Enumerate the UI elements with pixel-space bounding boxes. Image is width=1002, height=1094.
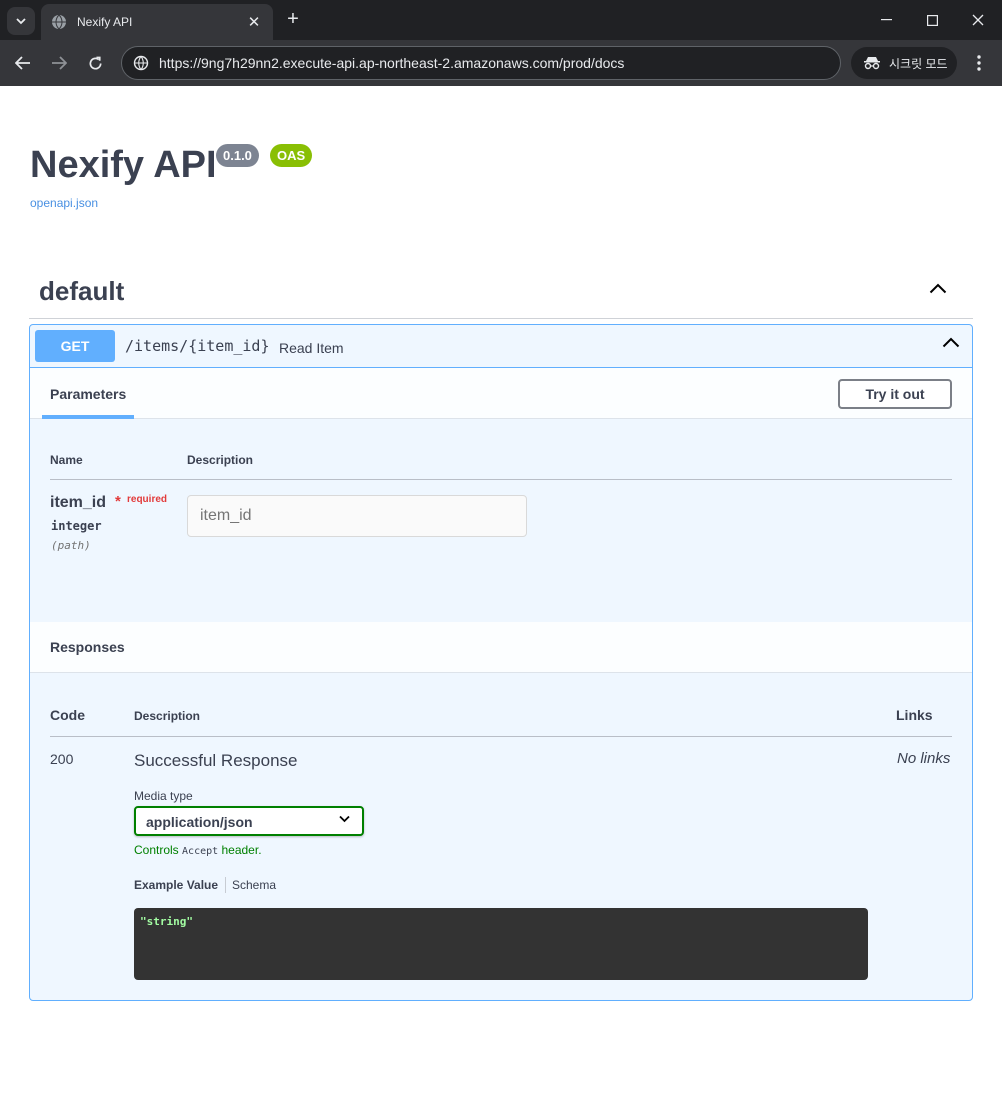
new-tab-button[interactable]: + [282,8,304,32]
param-header-divider [50,479,952,480]
browser-tab[interactable]: Nexify API ✕ [41,4,273,40]
response-code-header: Code [50,707,85,723]
response-description: Successful Response [134,751,298,770]
controls-prefix: Controls [134,843,183,857]
close-window-button[interactable] [955,0,1001,40]
swagger-page: Nexify API 0.1.0 OAS 3.1 openapi.json de… [0,86,1002,1094]
arrow-left-icon [15,56,30,70]
tab-example-value[interactable]: Example Value [134,878,218,892]
operation-summary-text: Read Item [279,340,344,356]
http-method-badge: GET [35,330,115,362]
operation-summary[interactable]: GET /items/{item_id} Read Item [30,325,972,368]
responses-title: Responses [50,639,125,655]
param-name: item_id [50,494,107,511]
minimize-button[interactable] [863,0,909,40]
response-links: No links [897,750,951,767]
forward-button[interactable] [46,50,72,76]
browser-menu-button[interactable] [966,50,992,76]
reload-button[interactable] [82,50,108,76]
globe-icon [51,14,67,30]
response-code: 200 [50,751,74,767]
response-description-header: Description [134,709,201,723]
chevron-down-icon [16,17,26,24]
maximize-icon [926,14,938,26]
tab-search-button[interactable] [7,7,35,35]
param-location: (path) [51,539,91,552]
incognito-indicator[interactable]: 시크릿 모드 [851,47,957,79]
media-type-label: Media type [134,789,193,803]
browser-toolbar: https://9ng7h29nn2.execute-api.ap-northe… [0,40,1002,86]
operation-path: /items/{item_id} [125,337,270,355]
tag-section-default[interactable]: default [29,266,973,319]
tab-schema[interactable]: Schema [232,878,276,892]
param-type: integer [51,519,102,533]
controls-suffix: header. [218,843,262,857]
response-links-header: Links [896,707,933,723]
openapi-json-link[interactable]: openapi.json [30,196,98,210]
tab-separator [225,877,226,893]
example-value-text: "string" [140,915,193,928]
accept-code: Accept [182,846,219,857]
url-text: https://9ng7h29nn2.execute-api.ap-northe… [159,55,625,71]
tag-name: default [39,276,125,306]
parameters-header: Parameters Try it out [30,368,972,419]
media-type-select[interactable]: application/json [134,806,364,836]
site-info-icon[interactable] [132,54,150,72]
close-icon [972,14,984,26]
minimize-icon [880,19,892,21]
param-name-header: Name [50,453,83,467]
example-code-block: "string" [134,908,868,980]
reload-icon [89,56,102,69]
try-it-out-button[interactable]: Try it out [838,379,952,409]
chevron-down-icon [339,815,350,823]
chevron-up-icon[interactable] [942,337,960,348]
api-title: Nexify API [30,144,217,186]
close-tab-icon[interactable]: ✕ [245,13,263,31]
item-id-input[interactable] [187,495,527,537]
tab-parameters[interactable]: Parameters [42,368,135,419]
media-type-value: application/json [146,814,253,830]
controls-accept-note: Controls Accept header. [134,843,262,857]
version-badge: 0.1.0 [216,144,259,167]
arrow-right-icon [52,56,67,70]
responses-header: Responses [30,622,972,673]
more-vertical-icon [977,55,981,71]
incognito-icon [863,56,881,70]
chevron-up-icon[interactable] [929,283,947,294]
address-bar[interactable]: https://9ng7h29nn2.execute-api.ap-northe… [121,46,841,80]
operation-get-read-item: GET /items/{item_id} Read Item Parameter… [29,324,973,1001]
incognito-label: 시크릿 모드 [889,56,948,71]
response-header-divider [50,736,952,737]
browser-title-bar: Nexify API ✕ + [0,0,1002,40]
required-star: * [115,493,121,510]
tab-title: Nexify API [77,15,133,29]
oas-badge: OAS 3.1 [270,144,313,186]
param-description-header: Description [187,453,254,467]
back-button[interactable] [10,50,36,76]
api-info: Nexify API 0.1.0 OAS 3.1 [30,144,313,187]
maximize-button[interactable] [909,0,955,40]
required-label: required [127,494,168,505]
